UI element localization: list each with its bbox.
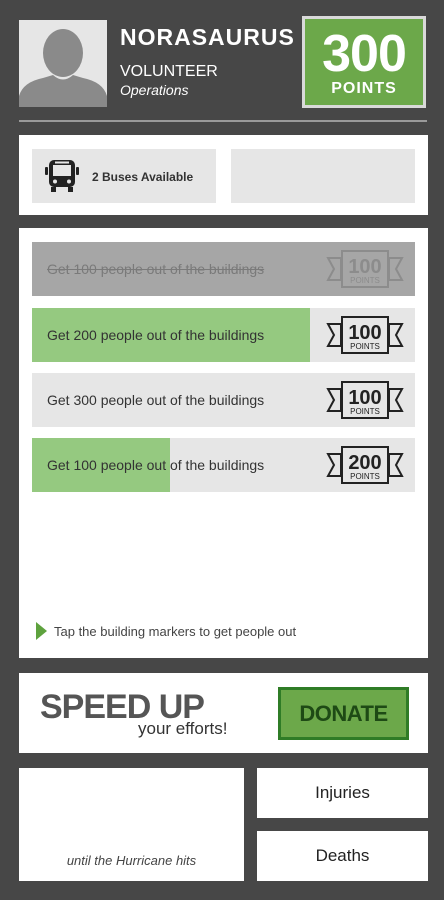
bus-availability[interactable]: 2 Buses Available: [32, 149, 216, 203]
ribbon-badge-icon: 200 POINTS: [326, 446, 404, 484]
reward-label: POINTS: [350, 276, 380, 285]
play-triangle-icon: [36, 622, 47, 640]
task-item[interactable]: Get 200 people out of the buildings 100 …: [32, 308, 415, 362]
task-label: Get 300 people out of the buildings: [47, 392, 265, 408]
countdown-caption: until the Hurricane hits: [66, 853, 197, 868]
task-label: Get 200 people out of the buildings: [47, 327, 265, 343]
injuries-panel[interactable]: Injuries: [257, 768, 428, 818]
person-silhouette-icon: [19, 20, 107, 107]
ribbon-badge-icon: 100 POINTS: [326, 381, 404, 419]
points-box: 300 POINTS: [302, 16, 426, 108]
header-divider: [19, 120, 427, 122]
donate-button[interactable]: DONATE: [278, 687, 409, 740]
bus-availability-label: 2 Buses Available: [92, 170, 194, 184]
task-item[interactable]: Get 100 people out of the buildings 100 …: [32, 242, 415, 296]
user-role: VOLUNTEER: [120, 63, 218, 80]
task-item[interactable]: Get 300 people out of the buildings 100 …: [32, 373, 415, 427]
username: NORASAURUS: [120, 24, 295, 50]
resource-slot-empty: [231, 149, 415, 203]
user-department: Operations: [120, 82, 189, 98]
reward-value: 100: [348, 322, 381, 344]
reward-value: 100: [348, 256, 381, 278]
ribbon-badge-icon: 100 POINTS: [326, 250, 404, 288]
reward-label: POINTS: [350, 407, 380, 416]
speed-up-subline: your efforts!: [138, 719, 228, 738]
reward-value: 100: [348, 387, 381, 409]
task-item[interactable]: Get 100 people out of the buildings 200 …: [32, 438, 415, 492]
task-label: Get 100 people out of the buildings: [47, 261, 265, 277]
ribbon-badge-icon: 100 POINTS: [326, 316, 404, 354]
points-label: POINTS: [331, 80, 397, 97]
reward-label: POINTS: [350, 472, 380, 481]
hint-text: Tap the building markers to get people o…: [54, 624, 297, 639]
points-value: 300: [322, 25, 407, 83]
reward-label: POINTS: [350, 342, 380, 351]
deaths-label: Deaths: [315, 846, 370, 865]
bus-icon: [45, 160, 79, 192]
reward-value: 200: [348, 452, 381, 474]
injuries-label: Injuries: [315, 783, 370, 802]
task-label: Get 100 people out of the buildings: [47, 457, 265, 473]
deaths-panel[interactable]: Deaths: [257, 831, 428, 881]
avatar[interactable]: [19, 20, 107, 107]
